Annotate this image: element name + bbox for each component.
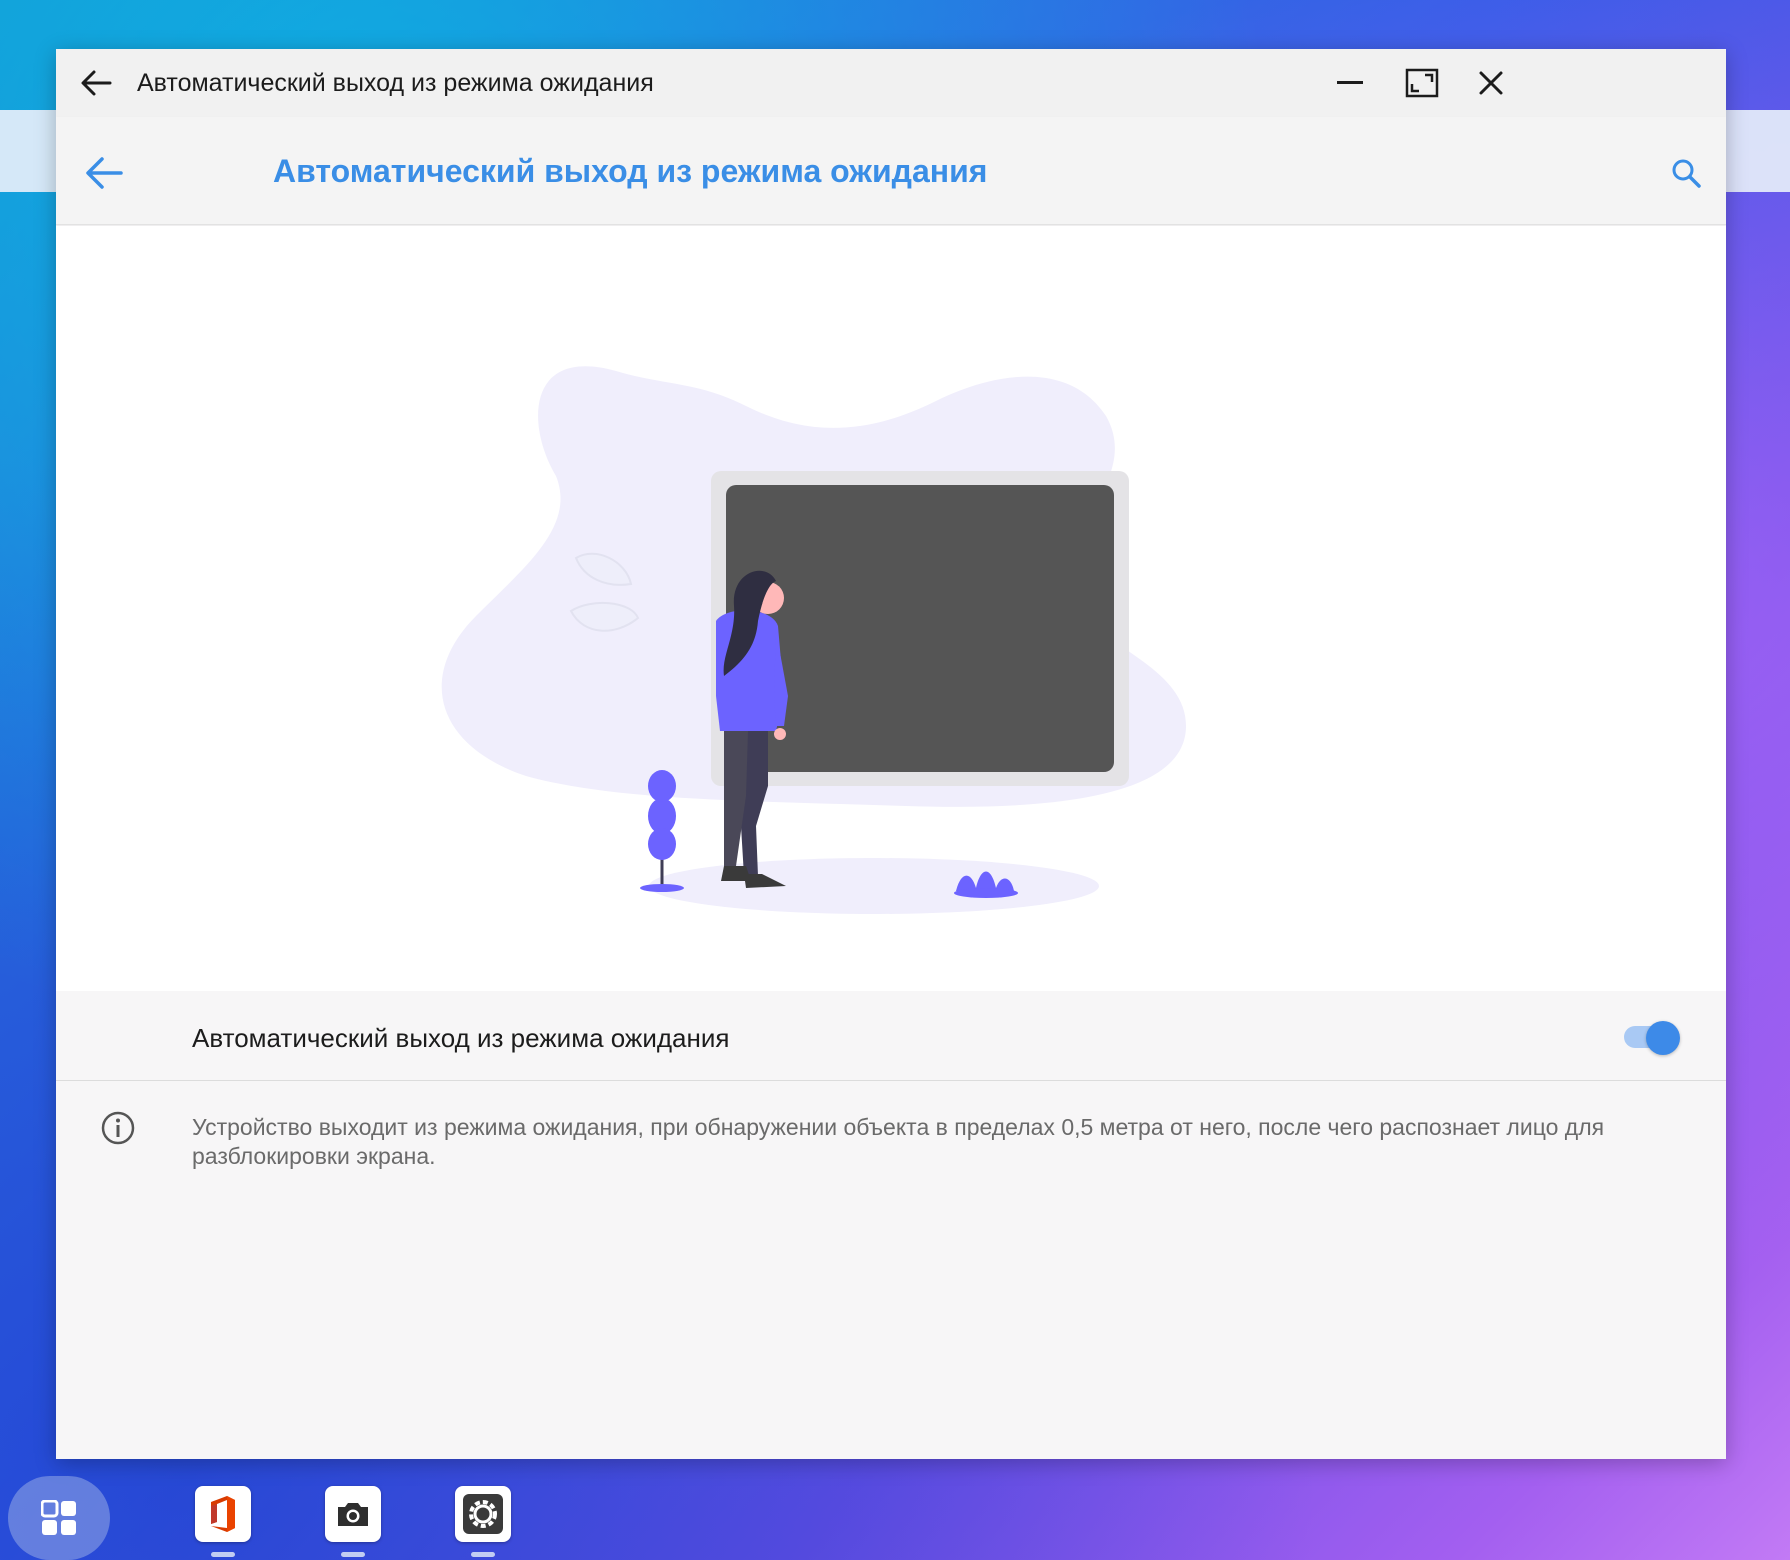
window-title: Автоматический выход из режима ожидания [137, 69, 654, 97]
maximize-button[interactable] [1401, 63, 1443, 103]
info-section: Устройство выходит из режима ожидания, п… [56, 1082, 1726, 1459]
auto-wake-setting-row[interactable]: Автоматический выход из режима ожидания [56, 991, 1726, 1081]
info-description: Устройство выходит из режима ожидания, п… [192, 1114, 1605, 1169]
app-bar: Автоматический выход из режима ожидания [56, 117, 1726, 225]
search-button[interactable] [1666, 153, 1706, 193]
minimize-icon [1337, 81, 1363, 84]
arrow-left-icon [86, 157, 123, 189]
camera-icon [338, 1503, 368, 1526]
search-icon [1672, 159, 1701, 188]
auto-wake-toggle-switch[interactable] [1622, 1021, 1682, 1055]
office-running-indicator [211, 1552, 235, 1557]
close-button[interactable] [1470, 63, 1512, 103]
illustration-area [56, 226, 1726, 991]
illustration-woman-screen [441, 366, 1186, 914]
camera-running-indicator [341, 1552, 365, 1557]
settings-icon [463, 1494, 503, 1534]
arrow-left-icon [81, 70, 112, 96]
taskbar [0, 1460, 1790, 1560]
titlebar-back-button[interactable] [78, 65, 114, 101]
office-icon [211, 1496, 235, 1532]
close-icon [1479, 71, 1503, 95]
settings-app-button[interactable] [455, 1486, 511, 1542]
start-menu-icon [41, 1500, 76, 1535]
minimize-button[interactable] [1329, 63, 1371, 103]
switch-thumb [1646, 1021, 1680, 1055]
camera-app-button[interactable] [325, 1486, 381, 1542]
page-title: Автоматический выход из режима ожидания [273, 153, 988, 189]
maximize-icon [1405, 68, 1439, 98]
window-titlebar: Автоматический выход из режима ожидания [56, 49, 1726, 117]
settings-running-indicator [471, 1552, 495, 1557]
setting-label: Автоматический выход из режима ожидания [192, 1023, 730, 1053]
office-app-button[interactable] [195, 1486, 251, 1542]
info-icon [101, 1111, 135, 1145]
settings-window: Автоматический выход из режима ожидания … [56, 49, 1726, 1459]
back-button[interactable] [82, 151, 126, 195]
start-menu-button[interactable] [8, 1476, 110, 1560]
